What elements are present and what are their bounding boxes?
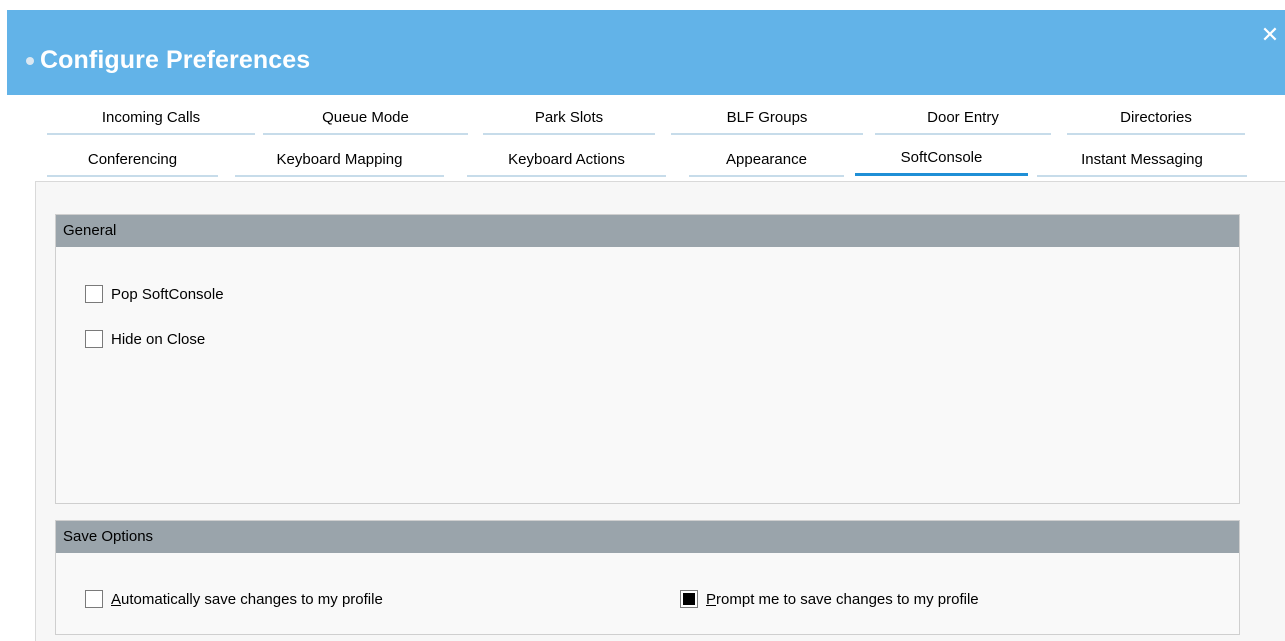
tab-directories[interactable]: Directories [1067, 103, 1245, 135]
save-options-group: Save Options Automatically save changes … [55, 520, 1240, 635]
tab-label: Queue Mode [322, 109, 409, 126]
tab-door-entry[interactable]: Door Entry [875, 103, 1051, 135]
prompt-save-option[interactable]: Prompt me to save changes to my profile [680, 590, 979, 608]
tab-label: Directories [1120, 109, 1192, 126]
pop-softconsole-option[interactable]: Pop SoftConsole [85, 285, 224, 303]
prompt-save-access-key: P [706, 590, 717, 608]
general-group: General Pop SoftConsole Hide on Close [55, 214, 1240, 504]
tab-keyboard-actions[interactable]: Keyboard Actions [467, 145, 666, 177]
hide-on-close-label: Hide on Close [111, 330, 206, 348]
tab-keyboard-mapping[interactable]: Keyboard Mapping [235, 145, 444, 177]
tab-label: SoftConsole [900, 149, 983, 166]
tab-appearance[interactable]: Appearance [689, 145, 844, 177]
auto-save-checkbox[interactable] [85, 590, 103, 608]
pop-softconsole-checkbox[interactable] [85, 285, 103, 303]
tab-incoming-calls[interactable]: Incoming Calls [47, 103, 255, 135]
auto-save-option[interactable]: Automatically save changes to my profile [85, 590, 383, 608]
tab-label: Door Entry [927, 109, 999, 126]
tab-label: Keyboard Actions [508, 151, 625, 168]
tab-label: Conferencing [87, 151, 178, 168]
general-header: General [56, 215, 1239, 247]
tab-conferencing[interactable]: Conferencing [47, 145, 218, 177]
tab-softconsole[interactable]: SoftConsole [855, 143, 1028, 176]
tab-label: Incoming Calls [101, 109, 201, 126]
tab-queue-mode[interactable]: Queue Mode [263, 103, 468, 135]
close-icon[interactable]: ✕ [1259, 24, 1281, 46]
tab-label: Instant Messaging [1081, 151, 1203, 168]
auto-save-label-text: utomatically save changes to my profile [121, 590, 383, 608]
auto-save-label: Automatically save changes to my profile [111, 591, 383, 608]
softconsole-panel: General Pop SoftConsole Hide on Close Sa… [35, 181, 1285, 641]
tab-park-slots[interactable]: Park Slots [483, 103, 655, 135]
tab-label: Appearance [726, 151, 807, 168]
hide-on-close-checkbox[interactable] [85, 330, 103, 348]
tab-label: BLF Groups [726, 109, 808, 126]
tab-instant-messaging[interactable]: Instant Messaging [1037, 145, 1247, 177]
prompt-save-label: Prompt me to save changes to my profile [706, 591, 979, 608]
prompt-save-checkbox[interactable] [680, 590, 698, 608]
title-bar: Configure Preferences ✕ [7, 10, 1285, 95]
tab-label: Park Slots [534, 109, 604, 126]
title-bullet-icon [26, 57, 34, 65]
prompt-save-label-text: rompt me to save changes to my profile [716, 590, 979, 608]
window-title: Configure Preferences [40, 46, 311, 74]
auto-save-access-key: A [111, 590, 122, 608]
hide-on-close-option[interactable]: Hide on Close [85, 330, 205, 348]
tab-blf-groups[interactable]: BLF Groups [671, 103, 863, 135]
save-options-header: Save Options [56, 521, 1239, 553]
pop-softconsole-label: Pop SoftConsole [111, 285, 224, 303]
tab-label: Keyboard Mapping [276, 151, 403, 168]
